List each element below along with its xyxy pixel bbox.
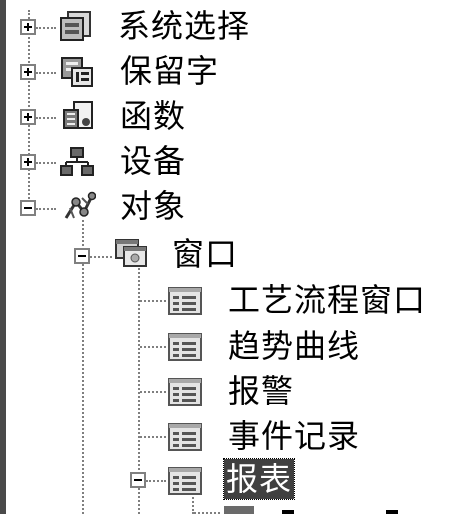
devices-icon [60, 147, 94, 176]
tree-item-label: 函数 [120, 97, 187, 135]
tree-connector [36, 208, 56, 210]
tree-item-label: 设备 [120, 142, 187, 180]
form-window-icon [168, 467, 202, 495]
tree-item-label: 窗口 [172, 235, 239, 273]
partial-label-fragment [282, 510, 294, 514]
expand-icon[interactable] [20, 64, 36, 80]
window-folder-icon [115, 239, 147, 267]
tree-connector [36, 117, 56, 119]
form-window-icon [168, 423, 202, 451]
form-window-icon [168, 378, 202, 406]
tree-item-label: 趋势曲线 [228, 327, 361, 365]
tree-connector [140, 346, 166, 348]
collapse-icon[interactable] [20, 200, 36, 216]
partial-icon [224, 506, 254, 514]
collapse-icon[interactable] [130, 472, 146, 488]
tree-item-label: 对象 [120, 187, 187, 225]
tree-connector [90, 256, 112, 258]
collapse-icon[interactable] [74, 248, 90, 264]
partial-label-fragment [386, 510, 398, 514]
expand-icon[interactable] [20, 154, 36, 170]
tree-item-label: 系统选择 [118, 7, 251, 45]
reserved-words-icon [61, 57, 93, 87]
functions-icon [63, 101, 93, 129]
expand-icon[interactable] [20, 19, 36, 35]
tree-connector [36, 72, 56, 74]
tree-item-label: 工艺流程窗口 [228, 281, 427, 319]
tree-item-label: 事件记录 [228, 417, 361, 455]
tree-connector [140, 391, 166, 393]
form-window-icon [168, 333, 202, 361]
tree-item-label-selected: 报表 [222, 458, 296, 500]
tree-connector [140, 300, 166, 302]
expand-icon[interactable] [20, 109, 36, 125]
tree-connector [36, 162, 56, 164]
tree-connector [146, 480, 166, 482]
objects-icon [64, 191, 96, 219]
tree-item-label: 保留字 [120, 52, 220, 90]
object-tree[interactable]: 系统选择 保留字 函数 设备 对象 窗口 工艺流程窗口 趋势曲线 报警 事件记录… [6, 0, 457, 514]
form-window-icon [168, 287, 202, 315]
tree-connector [140, 436, 166, 438]
tree-item-label: 报警 [228, 372, 295, 410]
tree-connector [82, 220, 84, 514]
tree-connector [36, 27, 56, 29]
system-select-icon [60, 11, 91, 41]
